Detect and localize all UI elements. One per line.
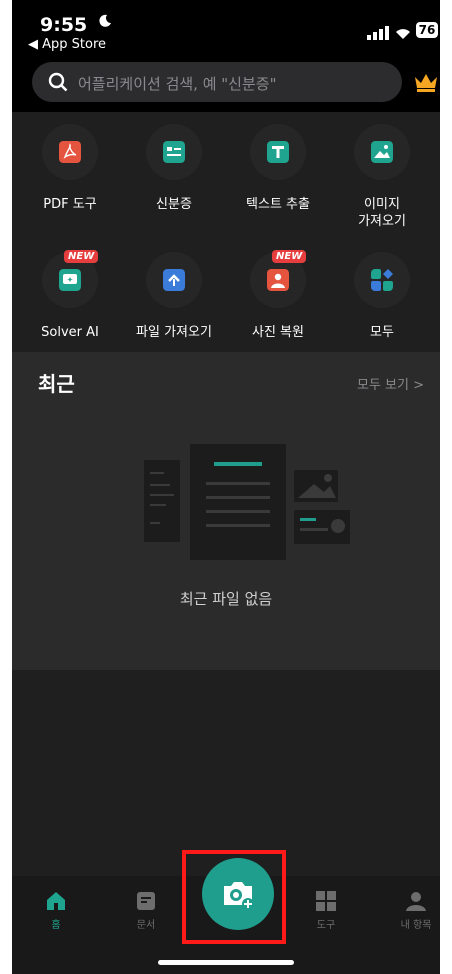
search-placeholder: 어플리케이션 검색, 예 "신분증" — [78, 75, 277, 93]
document-icon — [137, 892, 155, 910]
solver-ai-icon — [59, 269, 81, 291]
nav-label: 도구 — [316, 920, 336, 931]
nav-label: 문서 — [136, 920, 156, 931]
tool-label: 텍스트 추출 — [246, 197, 310, 212]
moon-icon — [99, 14, 111, 27]
app-screen: 9:55 ◀ App Store 76 어플리케이션 검색, 예 "신분증" P… — [12, 0, 440, 974]
tool-pdf[interactable]: PDF 도구 — [22, 124, 118, 234]
tool-photo-restore[interactable]: NEW 사진 복원 — [230, 250, 326, 362]
tool-image-import[interactable]: 이미지 가져오기 — [334, 124, 430, 234]
new-badge: NEW — [64, 250, 99, 263]
tool-label: PDF 도구 — [43, 197, 97, 212]
tool-label: 사진 복원 — [252, 325, 304, 340]
recent-title: 최근 — [38, 372, 75, 396]
nav-tools[interactable]: 도구 — [296, 890, 356, 931]
tool-circle — [42, 124, 98, 180]
signal-icon — [367, 26, 389, 40]
photo-restore-icon — [267, 269, 289, 291]
nav-home[interactable]: 홈 — [26, 890, 86, 931]
tool-circle — [354, 252, 410, 308]
all-tools-icon — [371, 269, 393, 291]
tool-solver-ai[interactable]: NEW Solver AI — [22, 250, 118, 362]
home-icon — [47, 892, 65, 910]
tool-text-extract[interactable]: 텍스트 추출 — [230, 124, 326, 234]
pdf-icon — [59, 141, 81, 163]
tool-all[interactable]: 모두 — [334, 252, 430, 362]
tool-circle — [146, 124, 202, 180]
recent-section: 최근 모두 보기 > 최근 파일 없음 — [12, 352, 440, 670]
nav-documents[interactable]: 문서 — [116, 890, 176, 931]
tool-circle — [354, 124, 410, 180]
id-card-icon — [163, 141, 185, 163]
tool-circle — [250, 124, 306, 180]
nav-label: 내 항목 — [400, 920, 432, 931]
tool-file-import[interactable]: 파일 가져오기 — [126, 252, 222, 362]
camera-add-icon — [224, 882, 254, 910]
empty-state-text: 최근 파일 없음 — [179, 590, 273, 608]
empty-documents-illustration — [144, 444, 350, 560]
text-extract-icon — [267, 141, 289, 163]
grid-icon — [316, 891, 336, 911]
image-import-icon — [371, 141, 393, 163]
nav-my-items[interactable]: 내 항목 — [386, 890, 440, 931]
crown-icon[interactable] — [414, 72, 438, 92]
file-import-icon — [163, 269, 185, 291]
tool-circle — [146, 252, 202, 308]
tool-label: 이미지 가져오기 — [358, 197, 406, 229]
tool-id-card[interactable]: 신분증 — [126, 124, 222, 234]
person-icon — [406, 892, 426, 911]
search-bar[interactable]: 어플리케이션 검색, 예 "신분증" — [32, 62, 402, 102]
nav-label: 홈 — [51, 920, 61, 931]
search-icon — [48, 72, 68, 92]
back-to-app-store[interactable]: ◀ App Store — [28, 37, 106, 52]
tool-label: Solver AI — [41, 325, 99, 340]
status-time: 9:55 — [40, 14, 88, 36]
see-all-link[interactable]: 모두 보기 > — [357, 374, 424, 393]
wifi-icon — [396, 29, 410, 39]
tool-label: 모두 — [370, 325, 394, 340]
battery-indicator: 76 — [416, 22, 438, 38]
tool-label: 파일 가져오기 — [136, 325, 212, 340]
camera-scan-button[interactable] — [202, 858, 274, 930]
new-badge: NEW — [272, 250, 307, 263]
tool-label: 신분증 — [156, 197, 192, 212]
home-indicator — [158, 960, 294, 965]
